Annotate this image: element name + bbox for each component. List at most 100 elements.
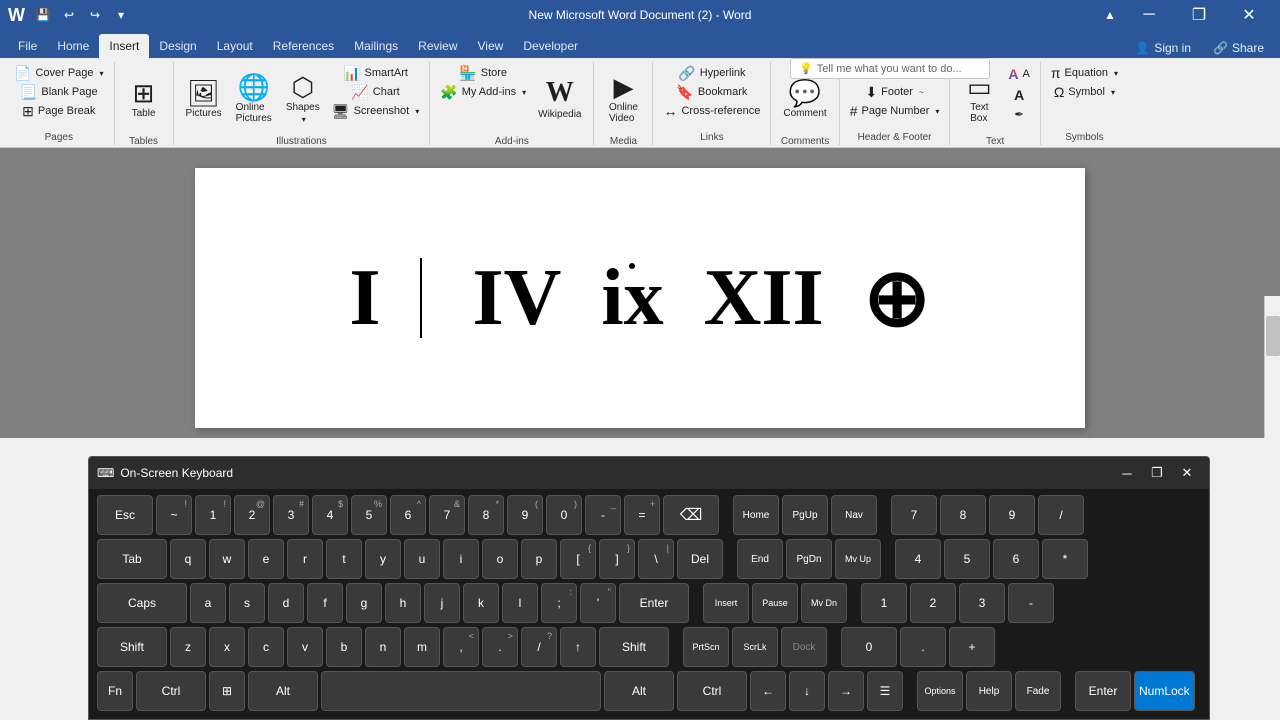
key-p[interactable]: p (521, 539, 557, 579)
key-1[interactable]: !1 (195, 495, 231, 535)
key-scrlk[interactable]: ScrLk (732, 627, 778, 667)
key-mvup[interactable]: Mv Up (835, 539, 881, 579)
key-num-plus[interactable]: + (949, 627, 995, 667)
scrollbar-thumb[interactable] (1266, 316, 1280, 356)
key-mvdn[interactable]: Mv Dn (801, 583, 847, 623)
key-8[interactable]: *8 (468, 495, 504, 535)
osk-close-button[interactable]: ✕ (1173, 462, 1201, 484)
key-g[interactable]: g (346, 583, 382, 623)
hyperlink-button[interactable]: 🔗 Hyperlink (659, 64, 764, 82)
key-enter[interactable]: Enter (619, 583, 689, 623)
key-lbracket[interactable]: {[ (560, 539, 596, 579)
key-pgdn[interactable]: PgDn (786, 539, 832, 579)
key-num-star[interactable]: * (1042, 539, 1088, 579)
restore-button[interactable]: ❐ (1176, 0, 1222, 30)
dropcap-button[interactable]: A (1004, 85, 1033, 105)
key-slash[interactable]: ?/ (521, 627, 557, 667)
pictures-button[interactable]: 🖼 Pictures (180, 64, 228, 134)
key-num8[interactable]: 8 (940, 495, 986, 535)
key-fn[interactable]: Fn (97, 671, 133, 711)
key-v[interactable]: v (287, 627, 323, 667)
key-numlock[interactable]: NumLock (1134, 671, 1195, 711)
key-k[interactable]: k (463, 583, 499, 623)
key-nav[interactable]: Nav (831, 495, 877, 535)
minimize-button[interactable]: ─ (1126, 0, 1172, 30)
key-equals[interactable]: += (624, 495, 660, 535)
symbol-button[interactable]: Ω Symbol▾ (1047, 83, 1122, 101)
key-rbracket[interactable]: }] (599, 539, 635, 579)
key-ctrl-left[interactable]: Ctrl (136, 671, 206, 711)
key-w[interactable]: w (209, 539, 245, 579)
key-6[interactable]: ^6 (390, 495, 426, 535)
key-b[interactable]: b (326, 627, 362, 667)
key-menu[interactable]: ☰ (867, 671, 903, 711)
equation-button[interactable]: π Equation▾ (1047, 64, 1122, 82)
key-r[interactable]: r (287, 539, 323, 579)
shapes-button[interactable]: ⬡ Shapes▾ (280, 64, 326, 134)
key-tilde[interactable]: !~ (156, 495, 192, 535)
key-num7[interactable]: 7 (891, 495, 937, 535)
key-end[interactable]: End (737, 539, 783, 579)
page-break-button[interactable]: ⊞ Page Break (10, 102, 108, 120)
key-del[interactable]: Del (677, 539, 723, 579)
page-number-button[interactable]: # Page Number▾ (846, 102, 944, 120)
tab-insert[interactable]: Insert (99, 34, 149, 58)
redo-button[interactable]: ↪ (83, 3, 107, 27)
key-num9[interactable]: 9 (989, 495, 1035, 535)
key-y[interactable]: y (365, 539, 401, 579)
key-semicolon[interactable]: :; (541, 583, 577, 623)
key-backspace[interactable]: ⌫ (663, 495, 719, 535)
customize-qat-button[interactable]: ▾ (109, 3, 133, 27)
key-esc[interactable]: Esc (97, 495, 153, 535)
key-u[interactable]: u (404, 539, 440, 579)
footer-button[interactable]: ⬇ Footer~ (846, 83, 944, 101)
key-insert[interactable]: Insert (703, 583, 749, 623)
key-z[interactable]: z (170, 627, 206, 667)
key-m[interactable]: m (404, 627, 440, 667)
cover-page-button[interactable]: 📄 Cover Page▾ (10, 64, 108, 82)
key-f[interactable]: f (307, 583, 343, 623)
key-num2[interactable]: 2 (910, 583, 956, 623)
tab-references[interactable]: References (263, 34, 344, 58)
key-x[interactable]: x (209, 627, 245, 667)
wikipedia-button[interactable]: W Wikipedia (532, 64, 587, 134)
wordart-button[interactable]: A A (1004, 64, 1033, 84)
sign-in-button[interactable]: 👤 Sign in (1127, 38, 1199, 58)
key-a[interactable]: a (190, 583, 226, 623)
key-h[interactable]: h (385, 583, 421, 623)
key-e[interactable]: e (248, 539, 284, 579)
key-alt-right[interactable]: Alt (604, 671, 674, 711)
key-num6[interactable]: 6 (993, 539, 1039, 579)
key-alt-left[interactable]: Alt (248, 671, 318, 711)
key-fade[interactable]: Fade (1015, 671, 1061, 711)
key-caps[interactable]: Caps (97, 583, 187, 623)
key-n[interactable]: n (365, 627, 401, 667)
key-num4[interactable]: 4 (895, 539, 941, 579)
key-5[interactable]: %5 (351, 495, 387, 535)
key-c[interactable]: c (248, 627, 284, 667)
online-pictures-button[interactable]: 🌐 OnlinePictures (230, 64, 278, 134)
key-comma[interactable]: <, (443, 627, 479, 667)
key-pause[interactable]: Pause (752, 583, 798, 623)
osk-restore-button[interactable]: ❐ (1143, 462, 1171, 484)
key-num3[interactable]: 3 (959, 583, 1005, 623)
vertical-scrollbar[interactable] (1264, 296, 1280, 438)
document-page[interactable]: I IV ix XII ⊕ (195, 168, 1085, 428)
key-t[interactable]: t (326, 539, 362, 579)
chart-button[interactable]: 📈 Chart (328, 83, 423, 101)
key-d[interactable]: d (268, 583, 304, 623)
key-shift-right[interactable]: Shift (599, 627, 669, 667)
bookmark-button[interactable]: 🔖 Bookmark (659, 83, 764, 101)
restore-ribbon-button[interactable]: ▲ (1098, 3, 1122, 27)
key-num-minus[interactable]: - (1008, 583, 1054, 623)
key-7[interactable]: &7 (429, 495, 465, 535)
key-tab[interactable]: Tab (97, 539, 167, 579)
key-win[interactable]: ⊞ (209, 671, 245, 711)
key-numdot[interactable]: . (900, 627, 946, 667)
tab-developer[interactable]: Developer (513, 34, 588, 58)
key-dock[interactable]: Dock (781, 627, 827, 667)
key-0[interactable]: )0 (546, 495, 582, 535)
key-down-arrow[interactable]: ↓ (789, 671, 825, 711)
close-button[interactable]: ✕ (1226, 0, 1272, 30)
key-ctrl-right[interactable]: Ctrl (677, 671, 747, 711)
